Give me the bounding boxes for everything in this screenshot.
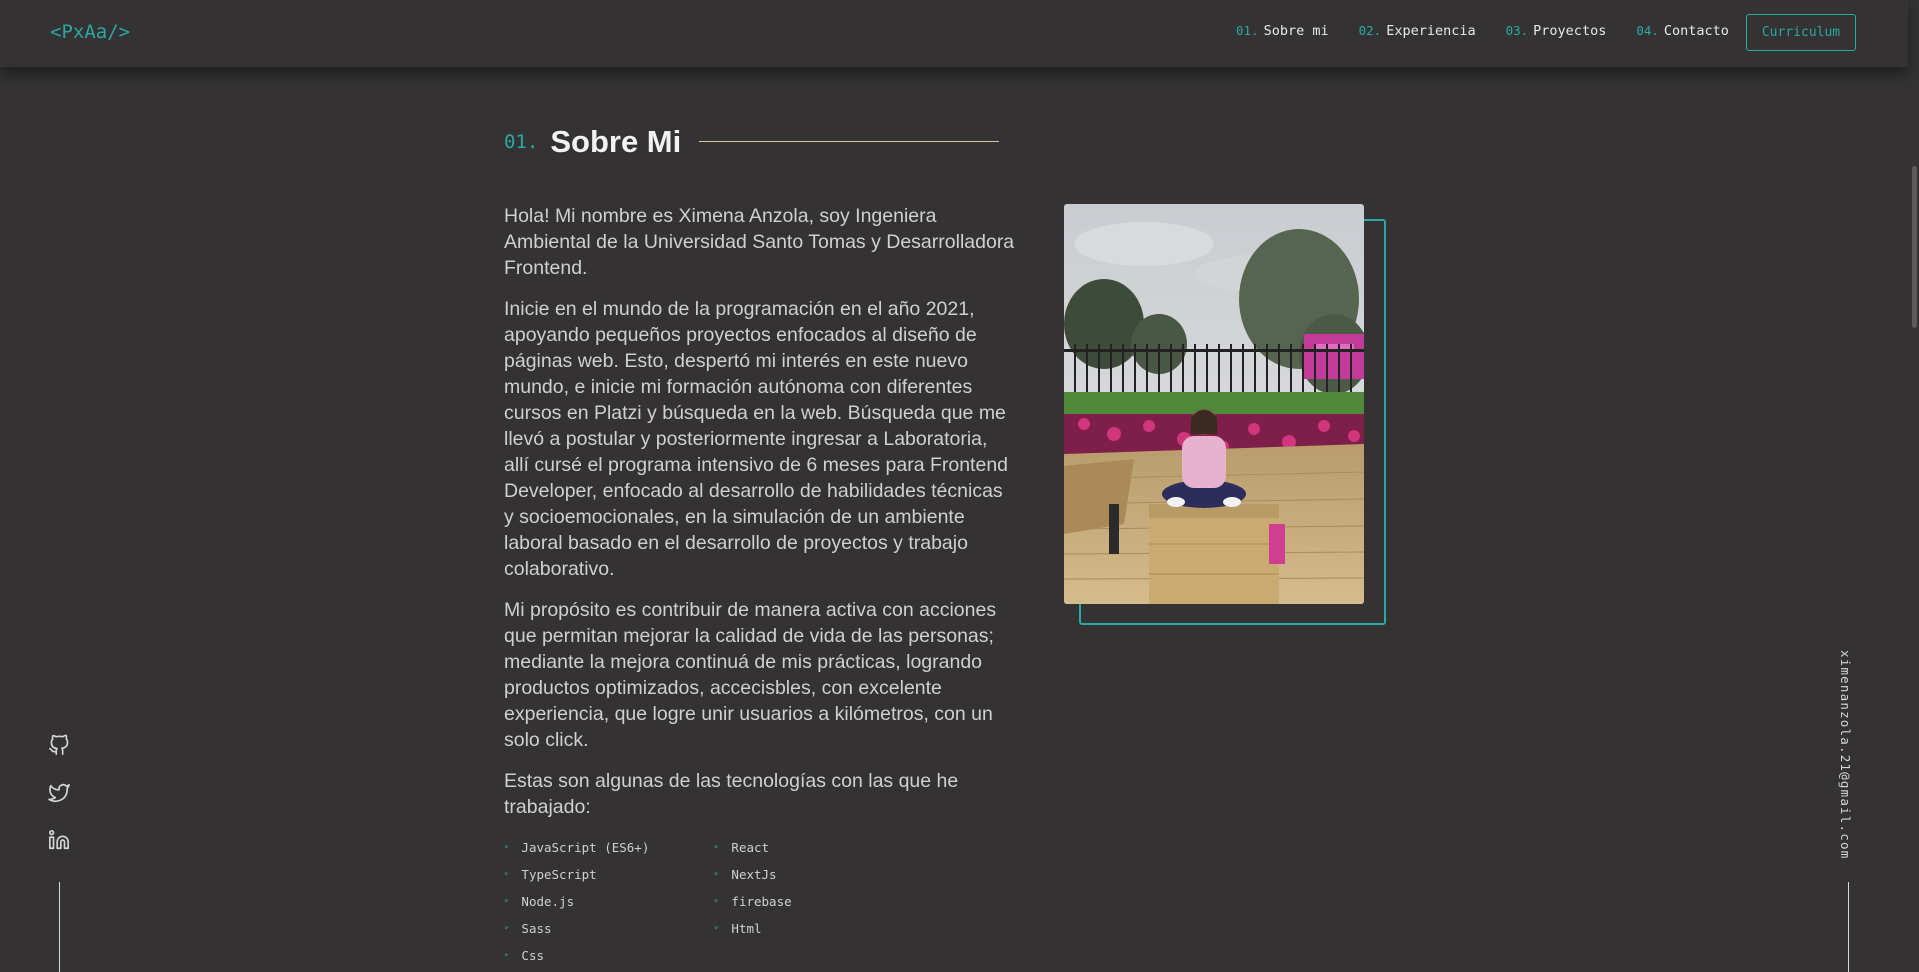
- triangle-bullet-icon: ▹: [714, 869, 720, 879]
- tech-item: ▹ TypeScript: [504, 865, 714, 883]
- right-vertical-line: [1848, 882, 1849, 972]
- tech-label: NextJs: [731, 866, 777, 882]
- triangle-bullet-icon: ▹: [504, 950, 510, 960]
- profile-photo: [1064, 204, 1364, 604]
- nav-number: 04.: [1636, 23, 1659, 38]
- nav-item-proyectos[interactable]: 03. Proyectos: [1506, 23, 1607, 39]
- tech-label: firebase: [731, 893, 792, 909]
- about-paragraph: Hola! Mi nombre es Ximena Anzola, soy In…: [504, 205, 1015, 279]
- tech-item: ▹ Html: [714, 919, 834, 937]
- tech-label: Sass: [521, 920, 552, 936]
- tech-item: ▹ NextJs: [714, 865, 834, 883]
- about-text: Hola! Mi nombre es Ximena Anzola, soy In…: [504, 203, 1016, 835]
- site-header: <PxAa/> 01. Sobre mi 02. Experiencia 03.…: [0, 0, 1908, 67]
- triangle-bullet-icon: ▹: [504, 923, 510, 933]
- logo[interactable]: <PxAa/>: [50, 21, 130, 43]
- nav-label: Sobre mi: [1263, 23, 1329, 39]
- nav-label: Proyectos: [1533, 23, 1607, 39]
- tech-label: React: [731, 839, 770, 855]
- tech-label: JavaScript (ES6+): [521, 839, 650, 855]
- nav-label: Experiencia: [1386, 23, 1476, 39]
- triangle-bullet-icon: ▹: [714, 896, 720, 906]
- twitter-icon[interactable]: [48, 782, 72, 806]
- nav-item-sobre-mi[interactable]: 01. Sobre mi: [1236, 23, 1329, 39]
- scrollbar-thumb[interactable]: [1912, 166, 1917, 328]
- tech-item: ▹ firebase: [714, 892, 834, 910]
- tech-item: ▹ JavaScript (ES6+): [504, 838, 714, 856]
- nav-item-experiencia[interactable]: 02. Experiencia: [1359, 23, 1476, 39]
- left-vertical-line: [59, 882, 60, 972]
- tech-item: ▹ Node.js: [504, 892, 714, 910]
- triangle-bullet-icon: ▹: [714, 923, 720, 933]
- section-number: 01.: [504, 131, 539, 153]
- nav-number: 02.: [1358, 23, 1382, 38]
- about-paragraph: Inicie en el mundo de la programación en…: [504, 298, 1009, 580]
- section-title: 01. Sobre Mi: [504, 124, 681, 160]
- tech-label: TypeScript: [521, 866, 597, 882]
- about-paragraph: Estas son algunas de las tecnologías con…: [504, 770, 959, 818]
- triangle-bullet-icon: ▹: [714, 842, 720, 852]
- curriculum-button[interactable]: Curriculum: [1746, 14, 1856, 51]
- nav-number: 01.: [1236, 23, 1259, 38]
- nav-label: Contacto: [1663, 23, 1729, 39]
- tech-item: ▹ Sass: [504, 919, 714, 937]
- main-nav: 01. Sobre mi 02. Experiencia 03. Proyect…: [1236, 23, 1759, 39]
- tech-label: Css: [521, 947, 544, 963]
- tech-item: ▹ Css: [504, 946, 714, 964]
- about-paragraph: Mi propósito es contribuir de manera act…: [504, 599, 997, 751]
- scrollbar-track[interactable]: [1908, 0, 1919, 972]
- github-icon[interactable]: [48, 734, 72, 758]
- tech-item: ▹ React: [714, 838, 834, 856]
- section-heading: Sobre Mi: [550, 124, 682, 159]
- triangle-bullet-icon: ▹: [504, 896, 510, 906]
- triangle-bullet-icon: ▹: [504, 842, 510, 852]
- nav-number: 03.: [1505, 23, 1529, 38]
- tech-label: Node.js: [521, 893, 575, 909]
- nav-item-contacto[interactable]: 04. Contacto: [1636, 23, 1729, 39]
- triangle-bullet-icon: ▹: [504, 869, 510, 879]
- technologies-list: ▹ JavaScript (ES6+) ▹ React ▹ TypeScript ▹ N…: [504, 838, 834, 964]
- email-link[interactable]: ximenanzola.21@gmail.com: [1838, 650, 1853, 859]
- tech-label: Html: [731, 920, 762, 936]
- linkedin-icon[interactable]: [48, 829, 72, 853]
- section-divider: [699, 141, 999, 142]
